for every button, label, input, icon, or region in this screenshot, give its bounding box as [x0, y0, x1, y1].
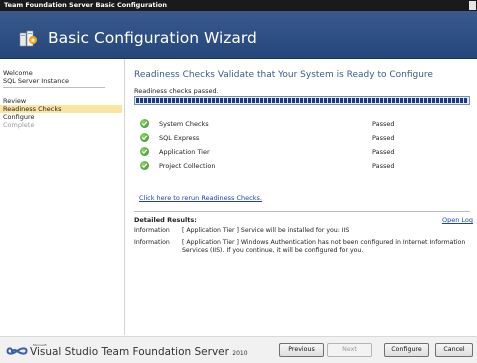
detailed-results-title: Detailed Results: [134, 216, 197, 224]
sidebar-item-welcome[interactable]: Welcome [3, 69, 33, 77]
tfs-server-icon [19, 30, 37, 47]
wizard-sidebar: Welcome SQL Server Instance Review Readi… [0, 59, 125, 335]
check-row-application-tier: Application Tier Passed [140, 146, 460, 157]
check-status: Passed [372, 120, 395, 128]
check-name: Application Tier [159, 148, 210, 156]
detail-message: [ Application Tier ] Service will be ins… [182, 227, 350, 234]
wizard-footer: Microsoft Visual Studio Team Foundation … [0, 336, 477, 363]
sidebar-divider [3, 87, 105, 88]
page-heading: Readiness Checks Validate that Your Syst… [134, 70, 433, 80]
check-name: System Checks [159, 120, 209, 128]
check-row-system-checks: System Checks Passed [140, 118, 460, 129]
main-panel: Readiness Checks Validate that Your Syst… [125, 59, 477, 335]
cancel-button[interactable]: Cancel [435, 343, 473, 357]
rerun-readiness-checks-link[interactable]: Click here to rerun Readiness Checks. [139, 194, 262, 202]
green-check-icon [140, 161, 149, 170]
check-status: Passed [372, 162, 395, 170]
progress-bar-fill [136, 98, 468, 103]
wizard-title: Basic Configuration Wizard [48, 29, 257, 47]
check-row-sql-express: SQL Express Passed [140, 132, 460, 143]
detail-level: Information [134, 239, 170, 246]
configure-button[interactable]: Configure [384, 343, 429, 357]
detail-message: [ Application Tier ] Windows Authenticat… [182, 239, 466, 254]
previous-button[interactable]: Previous [279, 343, 324, 357]
check-status: Passed [372, 148, 395, 156]
window-control-button[interactable] [469, 1, 476, 10]
green-check-icon [140, 119, 149, 128]
check-name: Project Collection [159, 162, 216, 170]
wizard-header: Basic Configuration Wizard [0, 11, 477, 59]
product-name: Visual Studio Team Foundation Server 201… [30, 346, 248, 360]
sidebar-item-readiness-checks[interactable]: Readiness Checks [0, 105, 122, 113]
window-title-bar: Team Foundation Server Basic Configurati… [0, 0, 477, 11]
product-year: 2010 [232, 350, 248, 357]
sidebar-item-complete: Complete [3, 121, 35, 129]
sidebar-item-sql-server-instance[interactable]: SQL Server Instance [3, 77, 69, 85]
status-text: Readiness checks passed. [134, 87, 219, 95]
window-title: Team Foundation Server Basic Configurati… [4, 1, 167, 9]
check-name: SQL Express [159, 134, 200, 142]
check-row-project-collection: Project Collection Passed [140, 160, 460, 171]
next-button: Next [327, 343, 372, 357]
detail-level: Information [134, 227, 170, 234]
details-divider [134, 211, 470, 212]
open-log-link[interactable]: Open Log [442, 216, 473, 224]
green-check-icon [140, 133, 149, 142]
sidebar-item-configure: Configure [3, 113, 35, 121]
product-name-text: Visual Studio Team Foundation Server [30, 346, 229, 358]
progress-bar [134, 96, 470, 105]
visual-studio-infinity-logo [6, 347, 28, 355]
sidebar-item-review[interactable]: Review [3, 97, 26, 105]
check-status: Passed [372, 134, 395, 142]
green-check-icon [140, 147, 149, 156]
